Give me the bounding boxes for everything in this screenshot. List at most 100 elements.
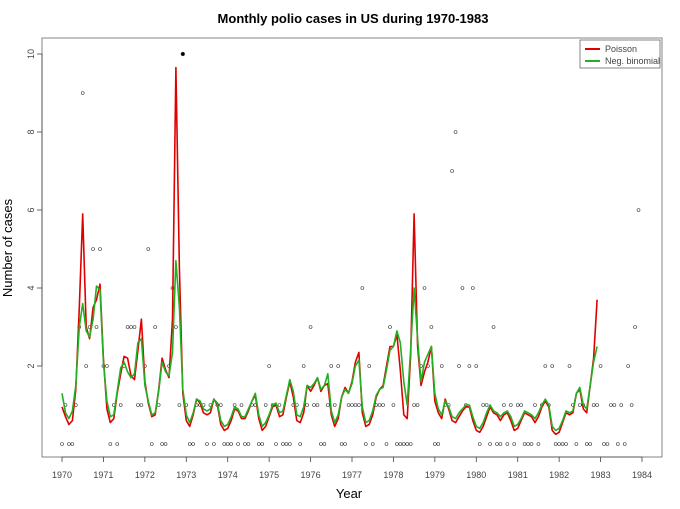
observed-point bbox=[415, 403, 420, 407]
observed-point bbox=[363, 442, 368, 446]
observed-point bbox=[125, 325, 130, 329]
observed-point bbox=[398, 442, 403, 446]
observed-point bbox=[602, 442, 606, 446]
observed-point bbox=[388, 325, 392, 329]
x-axis-label: Year bbox=[336, 486, 363, 501]
observed-point bbox=[243, 442, 247, 446]
observed-point bbox=[315, 403, 320, 407]
observed-point bbox=[177, 403, 182, 407]
observed-point bbox=[457, 364, 461, 368]
legend-label-poisson: Poisson bbox=[605, 44, 637, 54]
observed-point bbox=[305, 403, 309, 407]
observed-point bbox=[495, 442, 499, 446]
observed-point bbox=[436, 442, 441, 446]
y-tick-label: 10 bbox=[26, 49, 36, 59]
observed-point bbox=[180, 51, 185, 57]
observed-point bbox=[543, 364, 548, 368]
observed-point bbox=[91, 247, 95, 251]
fitted-lines bbox=[61, 66, 598, 436]
x-tick-label: 1978 bbox=[383, 470, 403, 480]
observed-point bbox=[277, 403, 282, 407]
observed-point bbox=[70, 442, 75, 446]
series-line-0 bbox=[61, 66, 598, 436]
observed-point bbox=[225, 442, 230, 446]
legend-label-negbinomial: Neg. binomial bbox=[605, 56, 660, 66]
observed-point bbox=[629, 403, 634, 407]
x-tick-label: 1976 bbox=[301, 470, 321, 480]
observed-point bbox=[367, 364, 372, 368]
observed-point bbox=[301, 364, 306, 368]
observed-point bbox=[474, 364, 479, 368]
observed-point bbox=[588, 442, 592, 446]
observed-point bbox=[450, 169, 454, 173]
observed-point bbox=[343, 442, 347, 446]
observed-point bbox=[212, 442, 216, 446]
x-tick-label: 1974 bbox=[218, 470, 238, 480]
observed-point bbox=[187, 442, 192, 446]
x-tick-label: 1979 bbox=[425, 470, 445, 480]
observed-point bbox=[377, 403, 382, 407]
observed-point bbox=[326, 403, 330, 407]
observed-point bbox=[471, 286, 475, 290]
observed-point bbox=[267, 364, 271, 368]
observed-point bbox=[567, 364, 572, 368]
observed-point bbox=[260, 442, 265, 446]
observed-point bbox=[357, 403, 361, 407]
observed-point bbox=[156, 403, 161, 407]
observed-point bbox=[256, 442, 261, 446]
observed-point bbox=[132, 325, 137, 329]
observed-point bbox=[319, 442, 323, 446]
observed-point bbox=[60, 442, 64, 446]
observed-point bbox=[360, 286, 365, 290]
observed-point bbox=[626, 364, 630, 368]
observed-point bbox=[284, 442, 289, 446]
observed-point bbox=[350, 403, 354, 407]
observed-point bbox=[536, 442, 541, 446]
observed-point bbox=[439, 364, 444, 368]
observed-point bbox=[381, 403, 385, 407]
observed-point bbox=[515, 403, 520, 407]
observed-point bbox=[84, 364, 88, 368]
observed-point bbox=[146, 247, 151, 251]
observed-point bbox=[557, 442, 561, 446]
observed-point bbox=[246, 442, 251, 446]
observed-point bbox=[336, 364, 340, 368]
x-tick-label: 1983 bbox=[591, 470, 611, 480]
observed-point bbox=[222, 442, 227, 446]
observed-point bbox=[229, 442, 233, 446]
observed-point bbox=[94, 325, 99, 329]
x-axis: 1970 1971 1972 1973 1974 1975 1976 1977 1978 1979… bbox=[52, 456, 652, 480]
y-tick-label: 8 bbox=[26, 129, 36, 134]
observed-point bbox=[616, 442, 620, 446]
observed-point bbox=[526, 442, 530, 446]
observed-point bbox=[105, 364, 109, 368]
observed-point bbox=[609, 403, 613, 407]
x-tick-label: 1980 bbox=[466, 470, 486, 480]
observed-point bbox=[232, 403, 237, 407]
x-tick-label: 1972 bbox=[135, 470, 155, 480]
observed-point bbox=[529, 442, 534, 446]
observed-point bbox=[160, 442, 164, 446]
observed-point bbox=[498, 442, 503, 446]
observed-point bbox=[595, 403, 599, 407]
observed-point bbox=[533, 403, 537, 407]
observed-point bbox=[636, 208, 641, 212]
x-tick-label: 1975 bbox=[259, 470, 279, 480]
observed-point bbox=[339, 442, 344, 446]
observed-point bbox=[149, 442, 154, 446]
observed-point bbox=[308, 325, 313, 329]
observed-point bbox=[263, 403, 268, 407]
observed-point bbox=[353, 403, 358, 407]
observed-point bbox=[346, 403, 351, 407]
observed-point bbox=[433, 442, 437, 446]
observed-point bbox=[491, 325, 496, 329]
observed-point bbox=[505, 442, 510, 446]
observed-point bbox=[612, 403, 617, 407]
observed-point bbox=[578, 403, 582, 407]
observed-point bbox=[405, 442, 410, 446]
observed-point bbox=[332, 403, 337, 407]
observed-point bbox=[481, 403, 485, 407]
observed-point bbox=[274, 442, 278, 446]
observed-point bbox=[553, 442, 558, 446]
observed-point bbox=[508, 403, 513, 407]
